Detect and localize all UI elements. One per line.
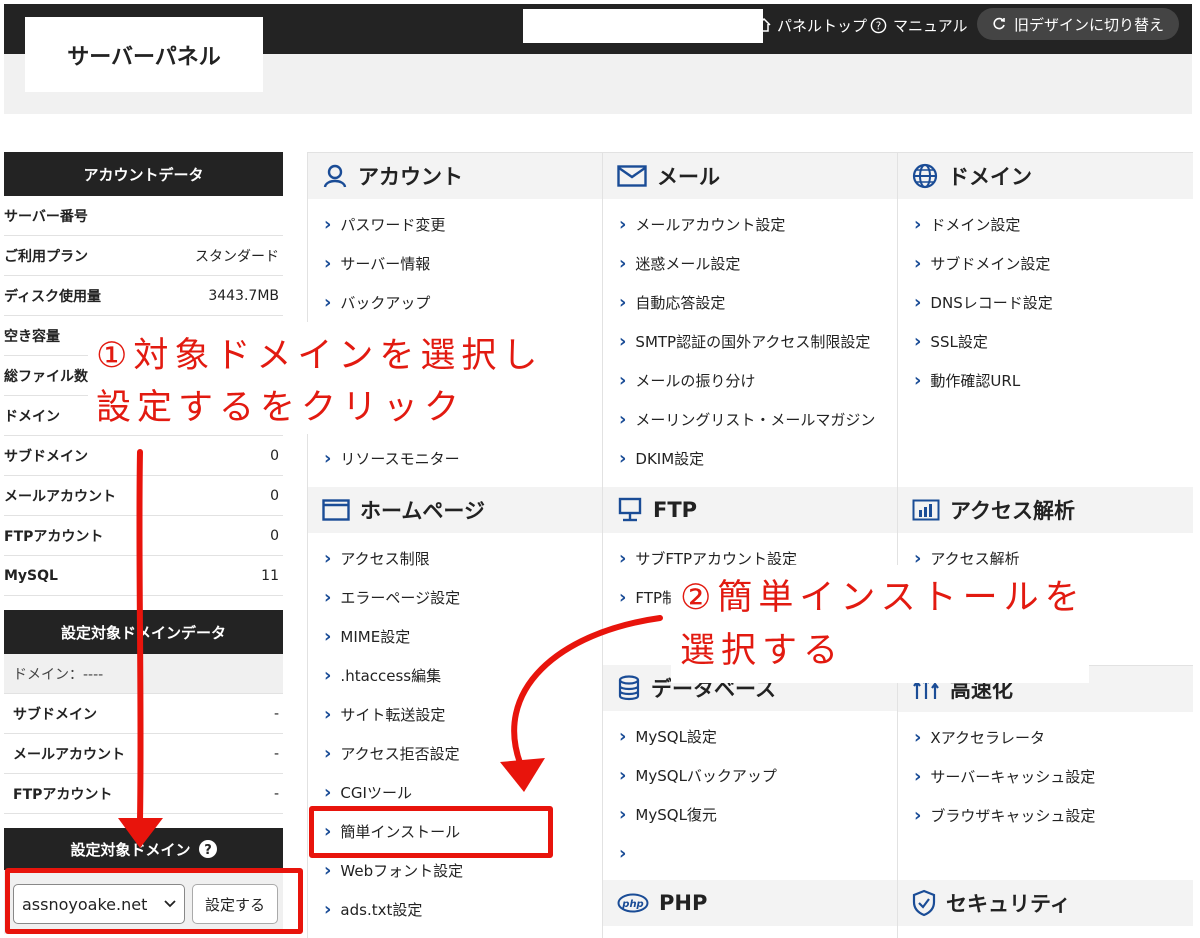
annotation-arrows — [118, 449, 663, 848]
domain-select-highlight — [5, 868, 303, 934]
arrow-1-head — [118, 818, 163, 848]
arrow-2-head — [500, 758, 545, 792]
easy-install-highlight — [309, 806, 553, 858]
arrow-2-shaft — [511, 615, 663, 771]
arrow-1-shaft — [136, 449, 144, 823]
